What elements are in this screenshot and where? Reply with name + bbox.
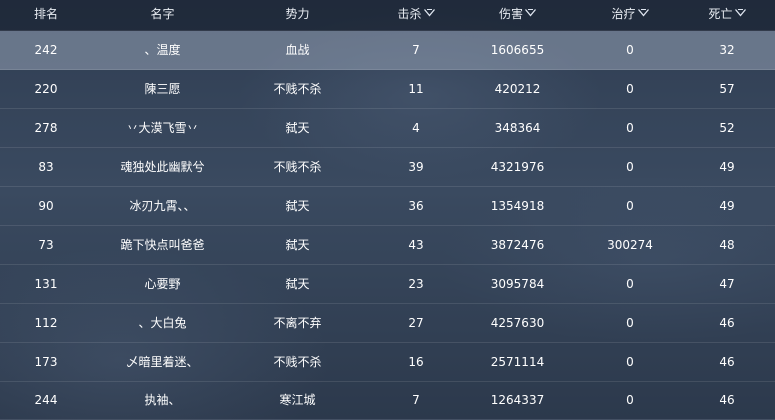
name-cell: 执袖、	[144, 393, 181, 407]
table-row[interactable]: 220 陳三愿 不贱不杀 11 420212 0 57	[0, 70, 775, 109]
death-cell: 57	[719, 82, 735, 96]
name-cell: 陳三愿	[144, 82, 181, 96]
death-cell: 46	[719, 355, 735, 369]
table-row[interactable]: 173 乄暗里着迷、 不贱不杀 16 2571114 0 46	[0, 343, 775, 382]
damage-cell: 3872476	[490, 238, 545, 252]
heal-cell: 0	[626, 43, 634, 57]
header-faction: 势力	[285, 7, 310, 21]
heal-cell: 0	[626, 82, 634, 96]
heal-cell: 0	[626, 199, 634, 213]
kills-cell: 7	[412, 393, 420, 407]
table-row[interactable]: 83 魂独处此幽默兮 不贱不杀 39 4321976 0 49	[0, 148, 775, 187]
sort-damage-button[interactable]: 伤害	[470, 0, 565, 30]
faction-cell: 弑天	[285, 277, 310, 291]
death-cell: 48	[719, 238, 735, 252]
death-cell: 47	[719, 277, 735, 291]
table-row[interactable]: 242 、温度 血战 7 1606655 0 32	[0, 31, 775, 70]
death-cell: 49	[719, 160, 735, 174]
name-cell: 乄暗里着迷、	[126, 355, 199, 369]
death-cell: 49	[719, 199, 735, 213]
damage-cell: 3095784	[490, 277, 545, 291]
faction-cell: 弑天	[285, 121, 310, 135]
heal-cell: 0	[626, 355, 634, 369]
damage-cell: 348364	[494, 121, 541, 135]
damage-cell: 1606655	[490, 43, 545, 57]
sort-chevron-icon	[423, 8, 435, 17]
heal-cell: 0	[626, 393, 634, 407]
faction-cell: 不贱不杀	[273, 82, 322, 96]
sort-chevron-icon	[734, 8, 746, 17]
faction-cell: 不离不弃	[273, 316, 322, 330]
rank-cell: 242	[34, 43, 58, 57]
header-name: 名字	[150, 7, 175, 21]
header-heal-label: 治疗	[611, 7, 636, 21]
damage-cell: 4257630	[490, 316, 545, 330]
kills-cell: 36	[408, 199, 424, 213]
rank-cell: 83	[38, 160, 54, 174]
faction-cell: 寒江城	[279, 393, 316, 407]
sort-death-button[interactable]: 死亡	[682, 0, 772, 30]
table-header: 排名 名字 势力 击杀 伤害 治疗 死亡	[0, 0, 775, 31]
damage-cell: 4321976	[490, 160, 545, 174]
rank-cell: 131	[34, 277, 58, 291]
faction-cell: 弑天	[285, 238, 310, 252]
death-cell: 46	[719, 393, 735, 407]
rank-cell: 112	[34, 316, 58, 330]
damage-cell: 2571114	[490, 355, 545, 369]
table-row[interactable]: 90 冰刃九霄、、 弑天 36 1354918 0 49	[0, 187, 775, 226]
damage-cell: 420212	[494, 82, 541, 96]
name-cell: 心要野	[144, 277, 181, 291]
heal-cell: 0	[626, 316, 634, 330]
kills-cell: 23	[408, 277, 424, 291]
table-row[interactable]: 73 跪下快点叫爸爸 弑天 43 3872476 300274 48	[0, 226, 775, 265]
name-cell: 丷大漠飞雪丷	[126, 121, 199, 135]
name-cell: 、温度	[144, 43, 181, 57]
sort-kills-button[interactable]: 击杀	[372, 0, 460, 30]
sort-chevron-icon	[525, 8, 536, 17]
faction-cell: 弑天	[285, 199, 310, 213]
rank-cell: 220	[34, 82, 58, 96]
name-cell: 、大白兔	[138, 316, 187, 330]
heal-cell: 300274	[607, 238, 653, 252]
faction-cell: 不贱不杀	[273, 160, 322, 174]
name-cell: 魂独处此幽默兮	[120, 160, 205, 174]
sort-heal-button[interactable]: 治疗	[585, 0, 675, 30]
heal-cell: 0	[626, 160, 634, 174]
table-row[interactable]: 112 、大白兔 不离不弃 27 4257630 0 46	[0, 304, 775, 343]
kills-cell: 39	[408, 160, 424, 174]
header-death-label: 死亡	[708, 7, 733, 21]
name-cell: 跪下快点叫爸爸	[120, 238, 205, 252]
rank-cell: 73	[38, 238, 54, 252]
heal-cell: 0	[626, 277, 634, 291]
kills-cell: 43	[408, 238, 424, 252]
kills-cell: 11	[408, 82, 424, 96]
header-rank: 排名	[33, 7, 58, 21]
header-kills-label: 击杀	[397, 7, 422, 21]
sort-chevron-icon	[637, 8, 649, 17]
rank-cell: 278	[34, 121, 58, 135]
kills-cell: 7	[412, 43, 420, 57]
kills-cell: 4	[412, 121, 420, 135]
death-cell: 52	[719, 121, 735, 135]
table-row[interactable]: 244 执袖、 寒江城 7 1264337 0 46	[0, 381, 775, 420]
faction-cell: 血战	[285, 43, 310, 57]
rank-cell: 90	[38, 199, 54, 213]
rank-cell: 173	[34, 355, 58, 369]
kills-cell: 27	[408, 316, 424, 330]
damage-cell: 1264337	[490, 393, 545, 407]
table-row[interactable]: 278 丷大漠飞雪丷 弑天 4 348364 0 52	[0, 109, 775, 148]
name-cell: 冰刃九霄、、	[129, 199, 196, 213]
heal-cell: 0	[626, 121, 634, 135]
damage-cell: 1354918	[490, 199, 545, 213]
header-damage-label: 伤害	[498, 7, 523, 21]
death-cell: 46	[719, 316, 735, 330]
kills-cell: 16	[408, 355, 424, 369]
faction-cell: 不贱不杀	[273, 355, 322, 369]
table-row[interactable]: 131 心要野 弑天 23 3095784 0 47	[0, 265, 775, 304]
rank-cell: 244	[34, 393, 58, 407]
leaderboard-table: 排名 名字 势力 击杀 伤害 治疗 死亡 242 、温度 血战 7 160665…	[0, 0, 775, 420]
death-cell: 32	[719, 43, 735, 57]
